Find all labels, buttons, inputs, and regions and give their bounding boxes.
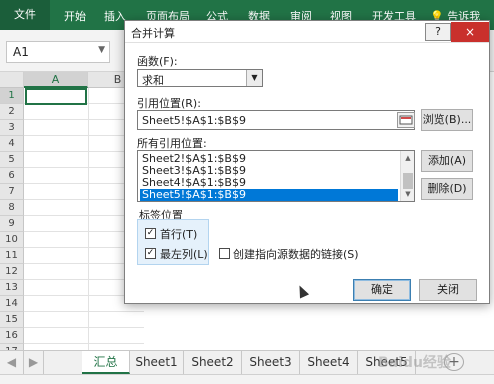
tab-ellipsis (48, 351, 56, 374)
row-header[interactable]: 15 (0, 312, 24, 328)
scroll-right-icon[interactable]: ▶ (24, 351, 44, 374)
tab-insert[interactable]: 插入 (104, 8, 126, 24)
sheet-tab-sheet3[interactable]: Sheet3 (242, 351, 300, 374)
consolidate-dialog: 合并计算 ? × 函数(F): 求和 ▼ 引用位置(R): Sheet5!$A$… (124, 20, 490, 304)
row-header[interactable]: 13 (0, 280, 24, 296)
grid-line (24, 343, 144, 344)
name-box-value: A1 (13, 45, 29, 59)
grid-line (88, 88, 89, 358)
row-header[interactable]: 9 (0, 216, 24, 232)
tab-file[interactable]: 文件 (0, 0, 50, 30)
tab-home[interactable]: 开始 (64, 8, 86, 24)
scroll-up-icon[interactable]: ▲ (402, 152, 414, 164)
column-header-a[interactable]: A (24, 72, 88, 88)
all-references-list[interactable]: Sheet2!$A$1:$B$9 Sheet3!$A$1:$B$9 Sheet4… (137, 150, 415, 202)
row-header[interactable]: 1 (0, 88, 24, 104)
close-button[interactable]: 关闭 (419, 279, 477, 301)
dialog-title: 合并计算 (131, 27, 175, 40)
row-header[interactable]: 7 (0, 184, 24, 200)
help-button[interactable]: ? (425, 23, 451, 41)
list-scrollbar[interactable]: ▲ ▼ (400, 151, 414, 201)
scroll-left-icon[interactable]: ◀ (0, 351, 24, 374)
row-header[interactable]: 2 (0, 104, 24, 120)
row-header[interactable]: 8 (0, 200, 24, 216)
row-header[interactable]: 11 (0, 248, 24, 264)
select-all-corner[interactable] (0, 72, 24, 88)
name-box[interactable]: A1 ▼ (6, 41, 110, 63)
sheet-tab-sheet1[interactable]: Sheet1 (130, 351, 184, 374)
add-button[interactable]: 添加(A) (421, 150, 473, 172)
sheet-tab-sheet2[interactable]: Sheet2 (184, 351, 242, 374)
chevron-down-icon[interactable]: ▼ (246, 70, 262, 86)
ok-button[interactable]: 确定 (353, 279, 411, 301)
reference-input[interactable]: Sheet5!$A$1:$B$9 (137, 110, 415, 130)
grid-line (24, 327, 144, 328)
function-select[interactable]: 求和 ▼ (137, 69, 263, 87)
function-value: 求和 (142, 74, 164, 87)
browse-button[interactable]: 浏览(B)... (421, 109, 473, 131)
status-bar (0, 374, 494, 384)
left-column-label[interactable]: 最左列(L) (160, 246, 208, 262)
create-links-label[interactable]: 创建指向源数据的链接(S) (233, 246, 359, 262)
create-links-checkbox[interactable] (219, 248, 230, 259)
reference-label: 引用位置(R): (137, 97, 201, 110)
scroll-thumb[interactable] (403, 173, 413, 189)
sheet-tab-summary[interactable]: 汇总 (82, 351, 130, 374)
row-header[interactable]: 3 (0, 120, 24, 136)
row-header[interactable]: 14 (0, 296, 24, 312)
all-references-label: 所有引用位置: (137, 137, 207, 150)
reference-value: Sheet5!$A$1:$B$9 (142, 114, 246, 127)
delete-button[interactable]: 删除(D) (421, 178, 473, 200)
left-column-checkbox[interactable]: ✓ (145, 248, 156, 259)
top-row-label[interactable]: 首行(T) (160, 226, 197, 242)
function-label: 函数(F): (137, 55, 178, 68)
row-header[interactable]: 10 (0, 232, 24, 248)
row-header[interactable]: 6 (0, 168, 24, 184)
top-row-checkbox[interactable]: ✓ (145, 228, 156, 239)
close-icon[interactable]: × (451, 22, 489, 42)
dialog-title-bar: 合并计算 ? × (125, 21, 489, 43)
selected-cell-a1[interactable] (25, 88, 87, 105)
row-header[interactable]: 12 (0, 264, 24, 280)
chevron-down-icon[interactable]: ▼ (98, 45, 105, 55)
list-item-selected[interactable]: Sheet5!$A$1:$B$9 (140, 189, 398, 201)
collapse-dialog-icon[interactable] (397, 112, 415, 128)
row-header[interactable]: 16 (0, 328, 24, 344)
row-header[interactable]: 4 (0, 136, 24, 152)
watermark: Baidu经验 (378, 355, 451, 371)
scroll-down-icon[interactable]: ▼ (402, 188, 414, 200)
sheet-tab-sheet4[interactable]: Sheet4 (300, 351, 358, 374)
grid-line (24, 311, 144, 312)
row-header[interactable]: 5 (0, 152, 24, 168)
